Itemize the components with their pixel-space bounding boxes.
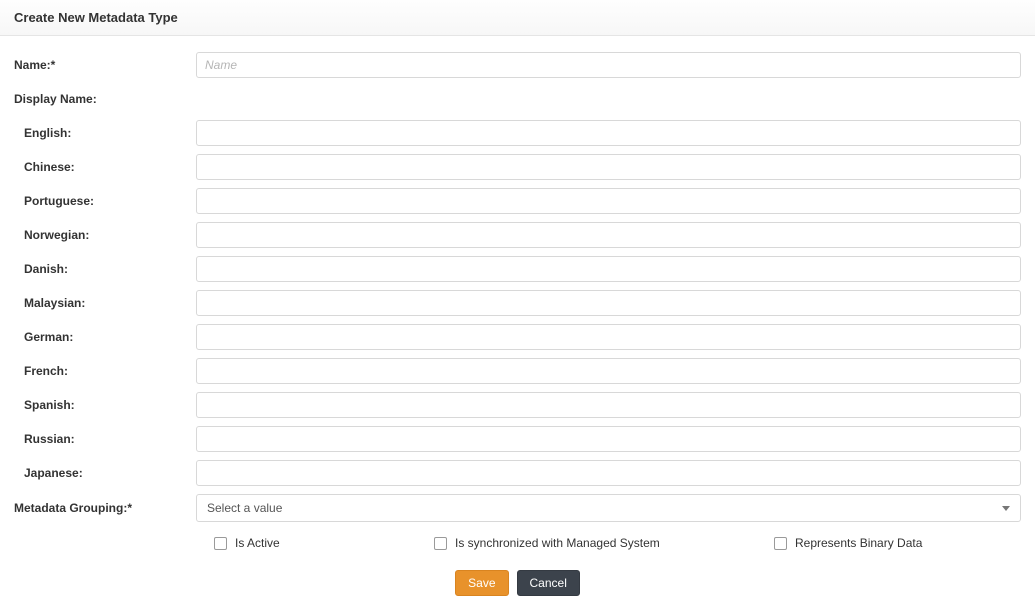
language-input-col (196, 324, 1021, 350)
language-label: French: (14, 364, 196, 378)
grouping-select[interactable]: Select a value (196, 494, 1021, 522)
language-label: Chinese: (14, 160, 196, 174)
language-rows: English: Chinese: Portuguese: Norwegian: Dan… (14, 120, 1021, 486)
actions-row: Save Cancel (14, 570, 1021, 596)
name-label: Name:* (14, 58, 196, 72)
grouping-select-display: Select a value (196, 494, 1021, 522)
language-input-col (196, 290, 1021, 316)
checkbox-synced-label: Is synchronized with Managed System (455, 536, 660, 550)
checkbox-icon (214, 537, 227, 550)
language-input[interactable] (196, 426, 1021, 452)
language-input-col (196, 154, 1021, 180)
language-input[interactable] (196, 188, 1021, 214)
name-input[interactable] (196, 52, 1021, 78)
row-grouping: Metadata Grouping:* Select a value (14, 494, 1021, 522)
row-name: Name:* (14, 52, 1021, 78)
language-input[interactable] (196, 256, 1021, 282)
row-language: German: (14, 324, 1021, 350)
row-language: Chinese: (14, 154, 1021, 180)
language-input[interactable] (196, 120, 1021, 146)
language-label: English: (14, 126, 196, 140)
language-input-col (196, 358, 1021, 384)
row-language: Russian: (14, 426, 1021, 452)
row-language: Portuguese: (14, 188, 1021, 214)
checkbox-is-active[interactable]: Is Active (214, 536, 434, 550)
cancel-button[interactable]: Cancel (517, 570, 580, 596)
row-language: Danish: (14, 256, 1021, 282)
language-input[interactable] (196, 324, 1021, 350)
checkbox-icon (434, 537, 447, 550)
language-label: Russian: (14, 432, 196, 446)
language-label: Malaysian: (14, 296, 196, 310)
language-input-col (196, 460, 1021, 486)
language-input[interactable] (196, 392, 1021, 418)
row-language: Norwegian: (14, 222, 1021, 248)
language-label: Portuguese: (14, 194, 196, 208)
language-label: Norwegian: (14, 228, 196, 242)
language-input-col (196, 426, 1021, 452)
language-input[interactable] (196, 460, 1021, 486)
row-language: Japanese: (14, 460, 1021, 486)
language-label: Spanish: (14, 398, 196, 412)
language-label: Danish: (14, 262, 196, 276)
page-wrapper: Create New Metadata Type Name:* Display … (0, 0, 1035, 616)
name-input-col (196, 52, 1021, 78)
language-input[interactable] (196, 154, 1021, 180)
page-title: Create New Metadata Type (0, 0, 1035, 36)
language-input-col (196, 256, 1021, 282)
row-displayname-heading: Display Name: (14, 88, 1021, 110)
language-input[interactable] (196, 222, 1021, 248)
language-input[interactable] (196, 358, 1021, 384)
language-label: German: (14, 330, 196, 344)
grouping-input-col: Select a value (196, 494, 1021, 522)
checkbox-synced[interactable]: Is synchronized with Managed System (434, 536, 774, 550)
checkbox-binary-label: Represents Binary Data (795, 536, 922, 550)
language-input-col (196, 392, 1021, 418)
language-input-col (196, 120, 1021, 146)
save-button[interactable]: Save (455, 570, 508, 596)
language-input-col (196, 188, 1021, 214)
language-label: Japanese: (14, 466, 196, 480)
language-input-col (196, 222, 1021, 248)
row-language: Spanish: (14, 392, 1021, 418)
checkbox-icon (774, 537, 787, 550)
form-body: Name:* Display Name: English: Chinese: Por… (0, 36, 1035, 616)
language-input[interactable] (196, 290, 1021, 316)
grouping-label: Metadata Grouping:* (14, 501, 196, 515)
row-language: English: (14, 120, 1021, 146)
displayname-label: Display Name: (14, 88, 196, 110)
checkbox-is-active-label: Is Active (235, 536, 280, 550)
row-language: French: (14, 358, 1021, 384)
row-language: Malaysian: (14, 290, 1021, 316)
checkboxes-row: Is Active Is synchronized with Managed S… (214, 536, 1021, 550)
checkbox-binary[interactable]: Represents Binary Data (774, 536, 922, 550)
